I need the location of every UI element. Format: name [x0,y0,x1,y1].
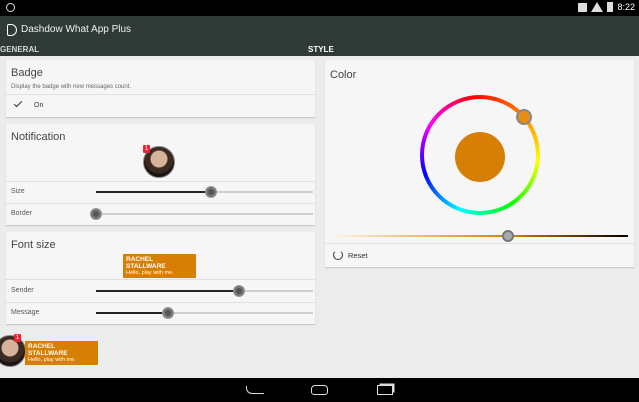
size-label: Size [11,188,25,195]
count-badge: 1 [14,334,21,342]
section-style: STYLE [308,45,334,54]
badge-toggle-label: On [34,102,44,109]
sender-slider[interactable] [96,286,313,296]
checkmark-icon[interactable] [13,98,23,108]
slider-fill [96,191,211,193]
content-area: Badge Display the badge with new message… [0,56,639,378]
color-title: Color [330,69,357,81]
back-icon[interactable] [246,386,264,394]
section-headers: GENERAL STYLE [0,44,639,56]
border-label: Border [11,210,33,217]
border-slider[interactable] [91,209,313,219]
message-preview: RACHEL STALLWARE Hello, play with me. [123,254,196,278]
battery-icon [607,2,614,12]
size-slider[interactable] [96,187,313,197]
value-slider-thumb[interactable] [501,230,514,242]
avatar [0,335,26,367]
floating-avatar-preview: 1 [0,334,26,367]
status-bar: 8:22 [0,0,639,16]
count-badge: 1 [143,145,150,153]
notification-icon [578,2,588,12]
notification-title: Notification [11,131,66,143]
recent-apps-icon[interactable] [377,385,393,395]
slider-fill [96,312,168,314]
floating-message-preview: RACHEL STALLWARE Hello, play with me. [25,341,98,365]
reset-label: Reset [348,251,368,260]
slider-thumb[interactable] [234,286,245,296]
sender-label: Sender [11,287,34,294]
notification-preview: 1 [143,145,175,178]
preview-sender: RACHEL STALLWARE [126,256,166,270]
slider-thumb[interactable] [162,308,173,318]
navigation-bar [0,378,639,402]
home-icon[interactable] [311,385,328,395]
badge-card: Badge Display the badge with new message… [6,60,315,117]
preview-message: Hello, play with me. [28,357,76,363]
status-time: 8:22 [617,2,635,12]
app-logo-icon[interactable] [7,24,17,36]
refresh-icon [333,250,343,260]
preview-message: Hello, play with me. [126,270,174,276]
divider [6,302,315,303]
notification-card: Notification 1 Size Border [6,124,315,225]
slider-thumb[interactable] [91,209,101,219]
font-size-title: Font size [11,239,56,251]
slider-thumb[interactable] [206,187,216,197]
reset-button[interactable]: Reset [325,244,634,267]
font-size-card: Font size RACHEL STALLWARE Hello, play w… [6,232,315,324]
divider [6,181,315,182]
badge-toggle-row[interactable]: On [6,95,315,117]
message-label: Message [11,309,40,316]
badge-description: Display the badge with new messages coun… [11,84,132,90]
color-card: Color Reset [325,60,634,267]
message-slider[interactable] [96,308,313,318]
selected-color-swatch[interactable] [455,132,505,182]
hue-thumb[interactable] [516,109,532,125]
wifi-icon [591,2,604,12]
action-bar: Dashdow What App Plus [0,16,639,44]
slider-fill [96,290,240,292]
divider [6,279,315,280]
slider-track [96,213,313,215]
value-slider-track [335,235,628,237]
sync-icon [6,3,15,12]
divider [6,203,315,204]
section-general: GENERAL [0,45,40,54]
app-title: Dashdow What App Plus [21,24,132,35]
badge-title: Badge [11,67,43,79]
value-slider[interactable] [335,230,628,242]
preview-sender: RACHEL STALLWARE [28,343,68,357]
